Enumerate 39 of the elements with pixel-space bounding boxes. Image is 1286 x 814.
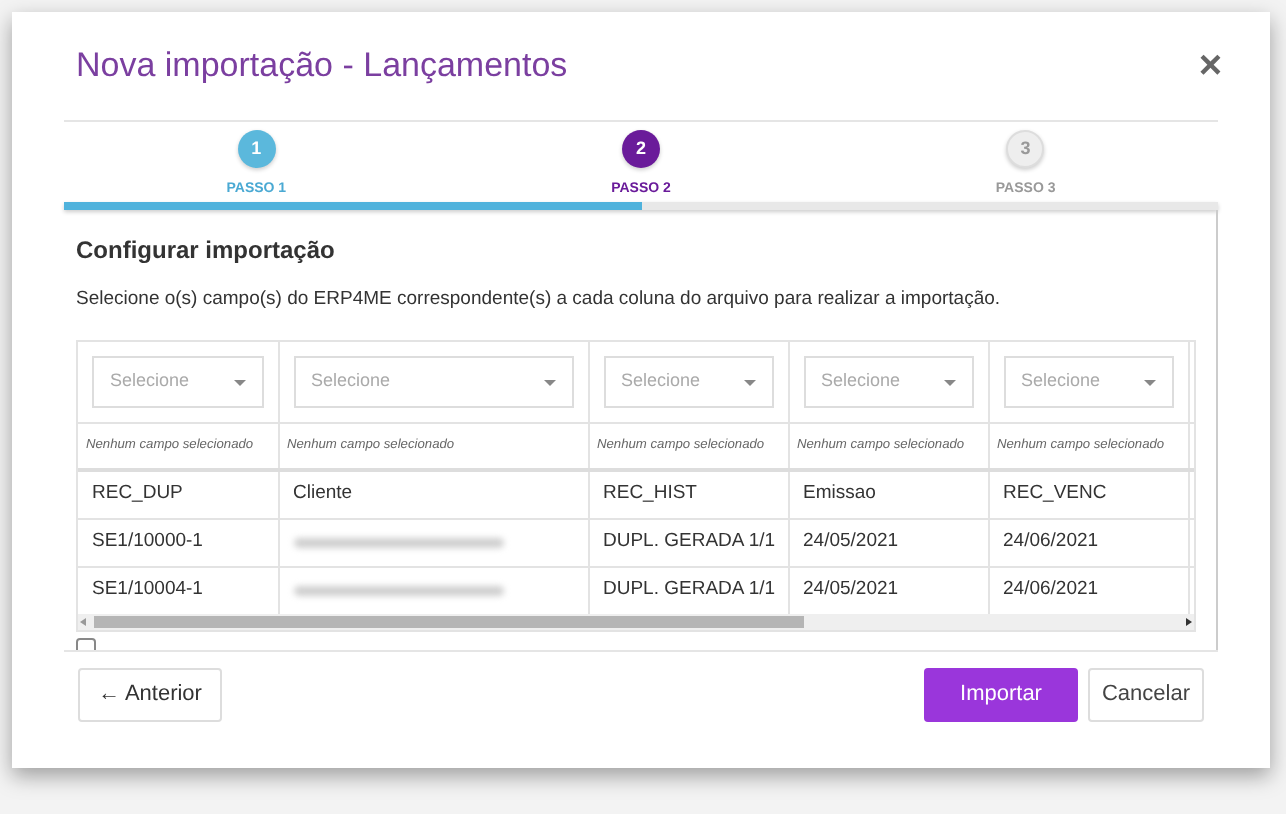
column-select[interactable]: Selecione — [803, 356, 973, 408]
horizontal-scrollbar[interactable] — [78, 614, 1194, 631]
column-select[interactable]: Selecione — [92, 356, 263, 408]
close-button[interactable]: × — [1198, 46, 1222, 86]
back-button[interactable]: ← Anterior — [78, 668, 222, 722]
dialog-title: Nova importação - Lançamentos — [76, 44, 568, 89]
table-cell: DUPL. GERADA 1/1 — [603, 578, 776, 601]
select-placeholder: Selecione — [110, 368, 190, 395]
table-cell: 24/05/2021 — [803, 530, 899, 553]
table-cell: DUPL. GERADA 1/1 — [603, 530, 776, 553]
select-placeholder: Selecione — [821, 368, 901, 395]
caret-icon — [943, 379, 955, 385]
caret-icon — [1143, 379, 1155, 385]
table-cell: 24/06/2021 — [1003, 530, 1099, 553]
scrollbar-thumb[interactable] — [94, 616, 804, 629]
table-cell: SE1/10000-1 — [92, 530, 203, 553]
column-select[interactable]: Selecione — [293, 356, 573, 408]
table-cell: REC_DUP — [92, 482, 183, 505]
section-title: Configurar importação — [76, 234, 337, 268]
scroll-left-icon[interactable] — [80, 618, 86, 627]
column-select[interactable]: Selecione — [603, 356, 773, 408]
caret-icon — [543, 379, 555, 385]
import-button[interactable]: Importar — [924, 668, 1078, 722]
caret-icon — [233, 379, 245, 385]
table-cell: Emissao — [803, 482, 876, 505]
table-cell: 24/06/2021 — [1003, 578, 1099, 601]
caret-icon — [743, 379, 755, 385]
table-cell: REC_HIST — [603, 482, 697, 505]
table-cell: REC_VENC — [1003, 482, 1107, 505]
select-placeholder: Selecione — [311, 368, 391, 395]
section-description: Selecione o(s) campo(s) do ERP4ME correspondente(s) a cada coluna do arquivo para realizar a importação. — [76, 286, 1003, 314]
table-cell: 24/05/2021 — [803, 578, 899, 601]
scroll-right-icon[interactable] — [1186, 618, 1192, 627]
select-placeholder: Selecione — [1021, 368, 1101, 395]
table-cell: SE1/10004-1 — [92, 578, 203, 601]
column-select[interactable]: Selecione — [1003, 356, 1173, 408]
table-cell: Cliente — [293, 482, 353, 505]
select-placeholder: Selecione — [621, 368, 701, 395]
cancel-button[interactable]: Cancelar — [1088, 668, 1204, 722]
